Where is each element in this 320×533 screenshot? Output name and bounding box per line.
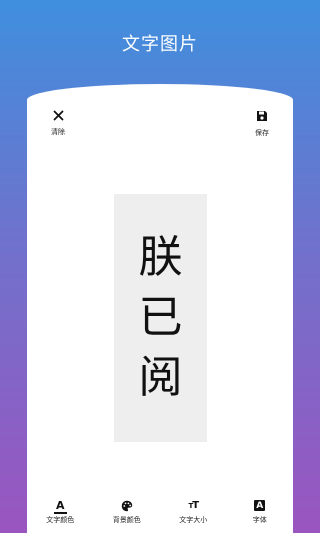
page-title: 文字图片 [122,34,198,55]
floppy-disk-icon [256,110,268,125]
font-label: 字体 [252,516,267,524]
save-label: 保存 [255,129,269,137]
close-icon [53,110,64,124]
font-icon: A [254,499,266,512]
editor-card: 清除 保存 朕 已 阅 A 文字颜色 背景颜色 TT 文字大小 A 字体 [27,84,293,533]
canvas-char: 朕 [138,232,183,283]
text-color-icon: A [53,499,67,514]
font-button[interactable]: A 字体 [230,499,290,525]
palette-icon [121,499,133,512]
bottom-toolbar: A 文字颜色 背景颜色 TT 文字大小 A 字体 [27,499,293,529]
text-size-icon: TT [188,500,199,511]
canvas-char: 已 [138,292,183,343]
clear-button[interactable]: 清除 [38,110,78,137]
background-color-button[interactable]: 背景颜色 [97,499,157,525]
text-image-canvas[interactable]: 朕 已 阅 [114,194,207,442]
background-color-label: 背景颜色 [112,516,141,524]
text-color-label: 文字颜色 [46,516,75,524]
text-color-button[interactable]: A 文字颜色 [30,499,90,525]
clear-label: 清除 [51,128,65,136]
text-size-button[interactable]: TT 文字大小 [163,499,223,525]
canvas-char: 阅 [138,352,183,403]
text-size-label: 文字大小 [179,516,208,524]
save-button[interactable]: 保存 [242,110,282,138]
